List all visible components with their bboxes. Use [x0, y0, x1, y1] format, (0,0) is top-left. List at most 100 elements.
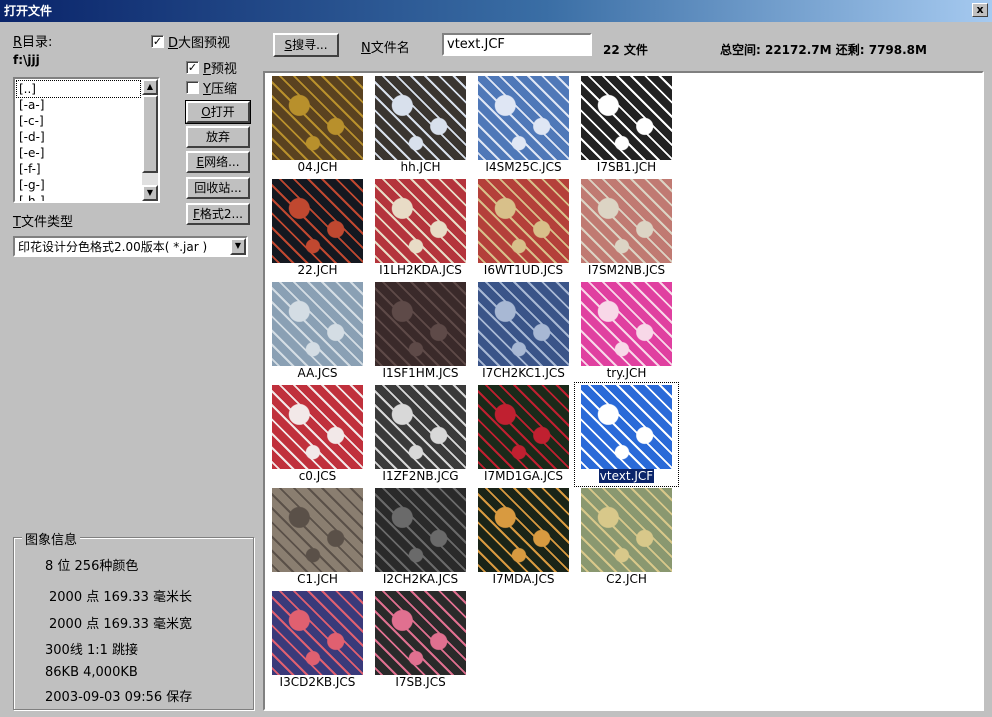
thumbnail-item[interactable]: I3CD2KB.JCS [266, 589, 369, 692]
disk-space: 总空间: 22172.7M 还剩: 7798.8M [720, 43, 927, 57]
thumbnail-item[interactable]: I7SB.JCS [369, 589, 472, 692]
directory-item[interactable]: [-f-] [17, 161, 140, 177]
network-button[interactable]: E网络... [186, 151, 250, 173]
directory-item[interactable]: [-d-] [17, 129, 140, 145]
thumbnail-caption: AA.JCS [296, 366, 339, 380]
thumbnail-caption: I1LH2KDA.JCS [378, 263, 463, 277]
thumbnail-image [272, 488, 363, 572]
info-size: 86KB 4,000KB [45, 665, 138, 680]
thumbnail-image [272, 591, 363, 675]
chevron-down-icon: ▼ [234, 241, 242, 250]
preview-check-icon: ✓ [186, 61, 199, 74]
scroll-thumb[interactable] [142, 95, 158, 173]
directory-item[interactable]: [-h-] [17, 193, 140, 201]
file-count: 22 文件 [603, 43, 648, 57]
thumbnail-item[interactable]: I7CH2KC1.JCS [472, 280, 575, 383]
thumbnail-item[interactable]: I4SM25C.JCS [472, 74, 575, 177]
thumbnail-image [478, 488, 569, 572]
thumbnail-item[interactable]: I1SF1HM.JCS [369, 280, 472, 383]
thumbnail-caption: I7CH2KC1.JCS [481, 366, 566, 380]
title-bar: 打开文件 x [0, 0, 992, 22]
scroll-down-button[interactable]: ▼ [142, 185, 158, 201]
format-button[interactable]: F格式2... [186, 203, 250, 225]
search-button[interactable]: S搜寻... [273, 33, 339, 57]
scroll-up-button[interactable]: ▲ [142, 79, 158, 95]
thumbnail-caption: I4SM25C.JCS [484, 160, 563, 174]
close-button[interactable]: x [972, 3, 988, 17]
thumbnail-item[interactable]: 04.JCH [266, 74, 369, 177]
thumbnail-item[interactable]: AA.JCS [266, 280, 369, 383]
thumbnail-caption: I7MD1GA.JCS [482, 469, 565, 483]
thumbnail-item[interactable]: I6WT1UD.JCS [472, 177, 575, 280]
thumbnail-item[interactable]: I1ZF2NB.JCG [369, 383, 472, 486]
thumbnail-image [478, 179, 569, 263]
info-width: 2000 点 169.33 毫米宽 [49, 617, 192, 632]
thumbnail-item[interactable]: C1.JCH [266, 486, 369, 589]
file-type-dropdown-button[interactable]: ▼ [230, 238, 246, 255]
directory-item[interactable]: [-g-] [17, 177, 140, 193]
thumbnail-caption: C2.JCH [605, 572, 648, 586]
file-type-label: T文件类型 [13, 215, 73, 230]
thumbnail-item[interactable]: I7SB1.JCH [575, 74, 678, 177]
directory-item[interactable]: [-a-] [17, 97, 140, 113]
thumbnail-item[interactable]: I7MDA.JCS [472, 486, 575, 589]
filename-input[interactable] [444, 35, 590, 54]
thumbnail-caption: I7MDA.JCS [491, 572, 556, 586]
thumbnail-image [478, 76, 569, 160]
thumbnail-gallery[interactable]: 04.JCH hh.JCH I4SM25C.JCS I7SB1.JCH 22.JCH I1… [263, 71, 984, 711]
thumbnail-item[interactable]: try.JCH [575, 280, 678, 383]
open-button[interactable]: O打开 [185, 100, 251, 124]
cancel-button[interactable]: 放弃 [186, 126, 250, 148]
thumbnail-image [375, 282, 466, 366]
thumbnail-item[interactable]: 22.JCH [266, 177, 369, 280]
directory-list[interactable]: [..] [-a-] [-c-] [-d-] [-e-] [-f-] [-g-] [-h-] … [13, 77, 160, 203]
directory-item[interactable]: [..] [16, 80, 141, 98]
thumbnail-item[interactable]: C2.JCH [575, 486, 678, 589]
thumbnail-image [581, 179, 672, 263]
directory-item[interactable]: [-c-] [17, 113, 140, 129]
thumbnail-item[interactable]: I1LH2KDA.JCS [369, 177, 472, 280]
info-color-depth: 8 位 256种颜色 [45, 559, 139, 574]
thumbnail-item[interactable]: vtext.JCF [574, 382, 679, 487]
recycle-bin-button[interactable]: 回收站... [186, 177, 250, 199]
large-preview-checkbox[interactable]: ✓ D大图预视 [151, 32, 230, 51]
image-info-legend: 图象信息 [22, 529, 81, 548]
directory-label: R目录: [13, 35, 53, 50]
thumbnail-caption: I7SB1.JCH [595, 160, 658, 174]
preview-checkbox[interactable]: ✓ P预视 [186, 58, 237, 77]
filename-field[interactable] [442, 33, 592, 56]
thumbnail-caption: I3CD2KB.JCS [278, 675, 357, 689]
thumbnail-image [478, 385, 569, 469]
scroll-down-icon: ▼ [146, 188, 154, 197]
thumbnail-image [272, 282, 363, 366]
thumbnail-item[interactable]: hh.JCH [369, 74, 472, 177]
thumbnail-item[interactable]: c0.JCS [266, 383, 369, 486]
close-icon: x [976, 3, 984, 16]
thumbnail-item[interactable]: I7MD1GA.JCS [472, 383, 575, 486]
compress-checkbox[interactable]: Y压缩 [186, 78, 237, 97]
thumbnail-image [581, 385, 672, 469]
thumbnail-image [375, 385, 466, 469]
thumbnail-item[interactable]: I7SM2NB.JCS [575, 177, 678, 280]
directory-scrollbar[interactable]: ▲ ▼ [142, 79, 158, 201]
thumbnail-image [478, 282, 569, 366]
info-resolution: 300线 1:1 跳接 [45, 643, 138, 658]
thumbnail-image [375, 591, 466, 675]
thumbnail-image [581, 76, 672, 160]
thumbnail-item[interactable]: I2CH2KA.JCS [369, 486, 472, 589]
thumbnail-caption: I6WT1UD.JCS [482, 263, 565, 277]
thumbnail-caption: c0.JCS [297, 469, 338, 483]
filename-label: N文件名 [361, 41, 410, 56]
thumbnail-image [375, 76, 466, 160]
info-length: 2000 点 169.33 毫米长 [49, 590, 192, 605]
thumbnail-image [581, 282, 672, 366]
thumbnail-caption: 22.JCH [296, 263, 339, 277]
directory-item[interactable]: [-e-] [17, 145, 140, 161]
thumbnail-caption: I1SF1HM.JCS [381, 366, 460, 380]
info-saved-date: 2003-09-03 09:56 保存 [45, 690, 193, 705]
thumbnail-caption: try.JCH [605, 366, 648, 380]
current-path: f:\jjj [13, 53, 40, 67]
file-type-select[interactable]: 印花设计分色格式2.00版本( *.jar ) ▼ [13, 236, 248, 257]
large-preview-check-icon: ✓ [151, 35, 164, 48]
thumbnail-caption: vtext.JCF [598, 469, 655, 483]
